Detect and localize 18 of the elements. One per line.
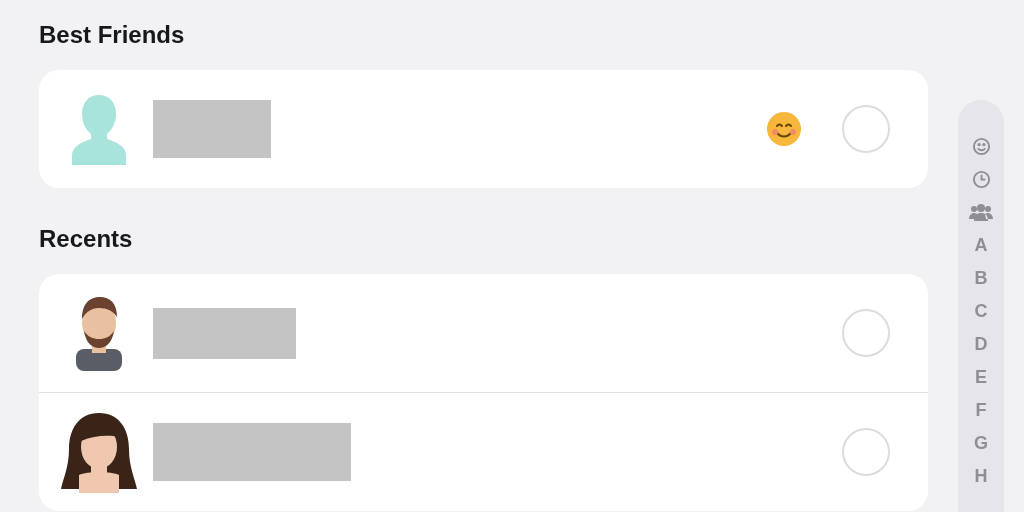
index-letter[interactable]: C [974,301,988,334]
smiley-icon[interactable] [971,137,991,156]
select-radio[interactable] [842,428,890,476]
index-letter[interactable]: A [974,235,988,268]
index-letter[interactable]: G [974,433,988,466]
index-letter[interactable]: D [974,334,988,367]
select-radio[interactable] [842,105,890,153]
index-letter[interactable]: B [974,268,988,301]
section-heading: Recents [39,224,134,254]
index-letter[interactable]: F [975,400,987,433]
section-heading: Best Friends [39,20,186,50]
group-icon[interactable] [969,203,993,221]
index-letter[interactable]: H [974,466,988,499]
select-radio[interactable] [842,309,890,357]
index-letter[interactable]: E [975,367,987,400]
avatar-icon [72,93,126,165]
avatar-figure-icon [61,411,137,493]
clock-icon[interactable] [971,170,991,189]
